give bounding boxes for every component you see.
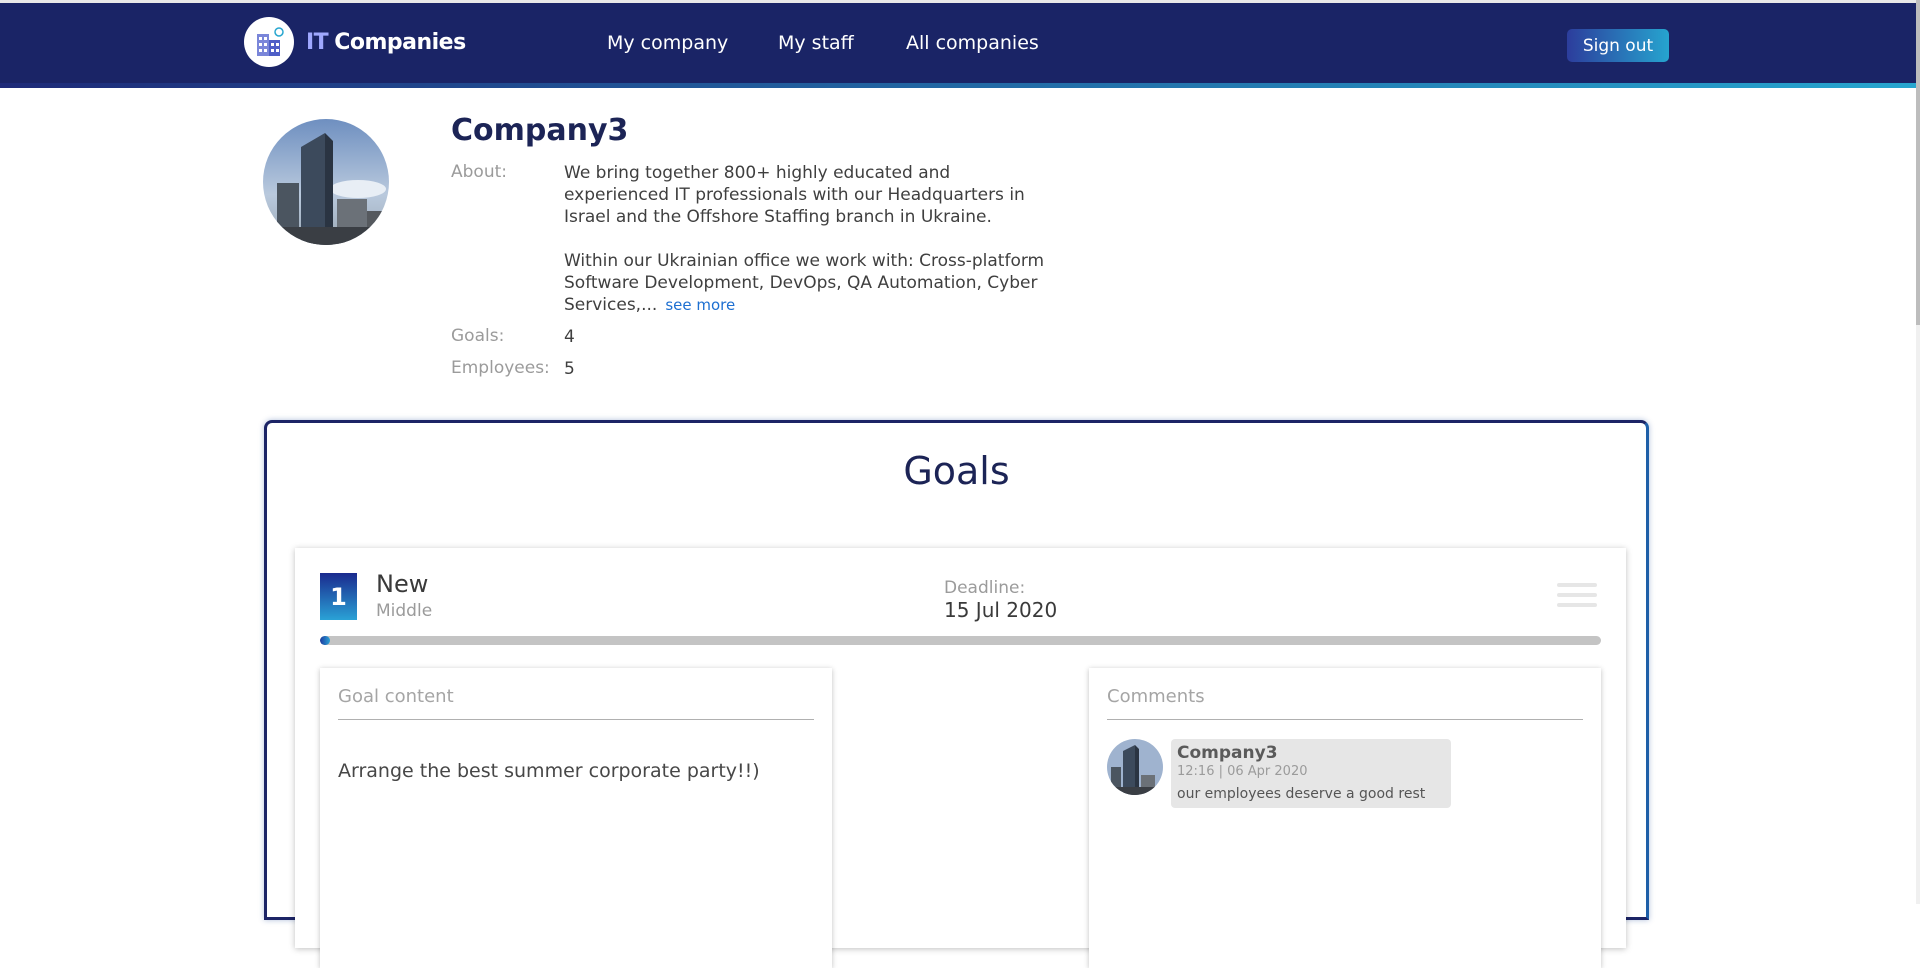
company-avatar — [263, 119, 389, 245]
deadline-value: 15 Jul 2020 — [944, 598, 1058, 622]
nav-my-company[interactable]: My company — [607, 32, 728, 54]
scrollbar-thumb[interactable] — [1916, 0, 1920, 325]
comments-card: Comments Company3 12:16 | 06 Apr 2020 ou… — [1089, 668, 1601, 968]
goals-count: 4 — [564, 327, 575, 347]
goal-card: 1 New Middle Deadline: 15 Jul 2020 Goal … — [295, 548, 1626, 968]
brand-label: Companies — [334, 29, 466, 55]
comment-bubble: Company3 12:16 | 06 Apr 2020 our employe… — [1171, 739, 1451, 808]
comment-text: our employees deserve a good rest — [1177, 786, 1426, 802]
deadline-label: Deadline: — [944, 578, 1026, 598]
goal-progress-bar — [320, 636, 1601, 645]
see-more-link[interactable]: see more — [665, 296, 735, 314]
goal-number-badge: 1 — [320, 573, 357, 620]
employees-label: Employees: — [451, 358, 550, 378]
comment-timestamp: 12:16 | 06 Apr 2020 — [1177, 764, 1308, 779]
goal-status: New — [376, 570, 429, 598]
about-text: We bring together 800+ highly educated a… — [564, 162, 1054, 338]
sign-out-button[interactable]: Sign out — [1567, 29, 1669, 62]
goals-title: Goals — [903, 449, 1010, 493]
employees-count: 5 — [564, 359, 575, 379]
goal-content-card: Goal content Arrange the best summer cor… — [320, 668, 832, 968]
about-paragraph-2: Within our Ukrainian office we work with… — [564, 250, 1054, 316]
brand[interactable]: IT Companies — [244, 17, 466, 67]
goal-content-title: Goal content — [338, 686, 454, 707]
goal-priority: Middle — [376, 601, 433, 621]
goals-label: Goals: — [451, 326, 505, 346]
divider — [1107, 719, 1583, 720]
about-label: About: — [451, 162, 507, 182]
navbar-accent-line — [0, 83, 1920, 88]
nav-my-staff[interactable]: My staff — [778, 32, 854, 54]
comment-avatar — [1107, 739, 1163, 795]
nav-all-companies[interactable]: All companies — [906, 32, 1039, 54]
about-paragraph-1: We bring together 800+ highly educated a… — [564, 163, 1025, 227]
comments-title: Comments — [1107, 686, 1205, 707]
brand-name: IT Companies — [306, 30, 466, 55]
goal-progress-fill — [320, 636, 331, 645]
brand-prefix: IT — [306, 29, 329, 55]
comment-item: Company3 12:16 | 06 Apr 2020 our employe… — [1107, 739, 1451, 808]
hamburger-menu-icon[interactable] — [1557, 583, 1597, 611]
about-paragraph-2-text: Within our Ukrainian office we work with… — [564, 251, 1045, 315]
divider — [338, 719, 814, 720]
page-scrollbar[interactable] — [1916, 0, 1920, 904]
buildings-logo-icon — [244, 17, 294, 67]
goals-panel: Goals 1 New Middle Deadline: 15 Jul 2020… — [264, 420, 1649, 968]
company-name: Company3 — [451, 113, 629, 148]
goal-content-text: Arrange the best summer corporate party!… — [338, 760, 760, 782]
comment-author: Company3 — [1177, 743, 1278, 763]
